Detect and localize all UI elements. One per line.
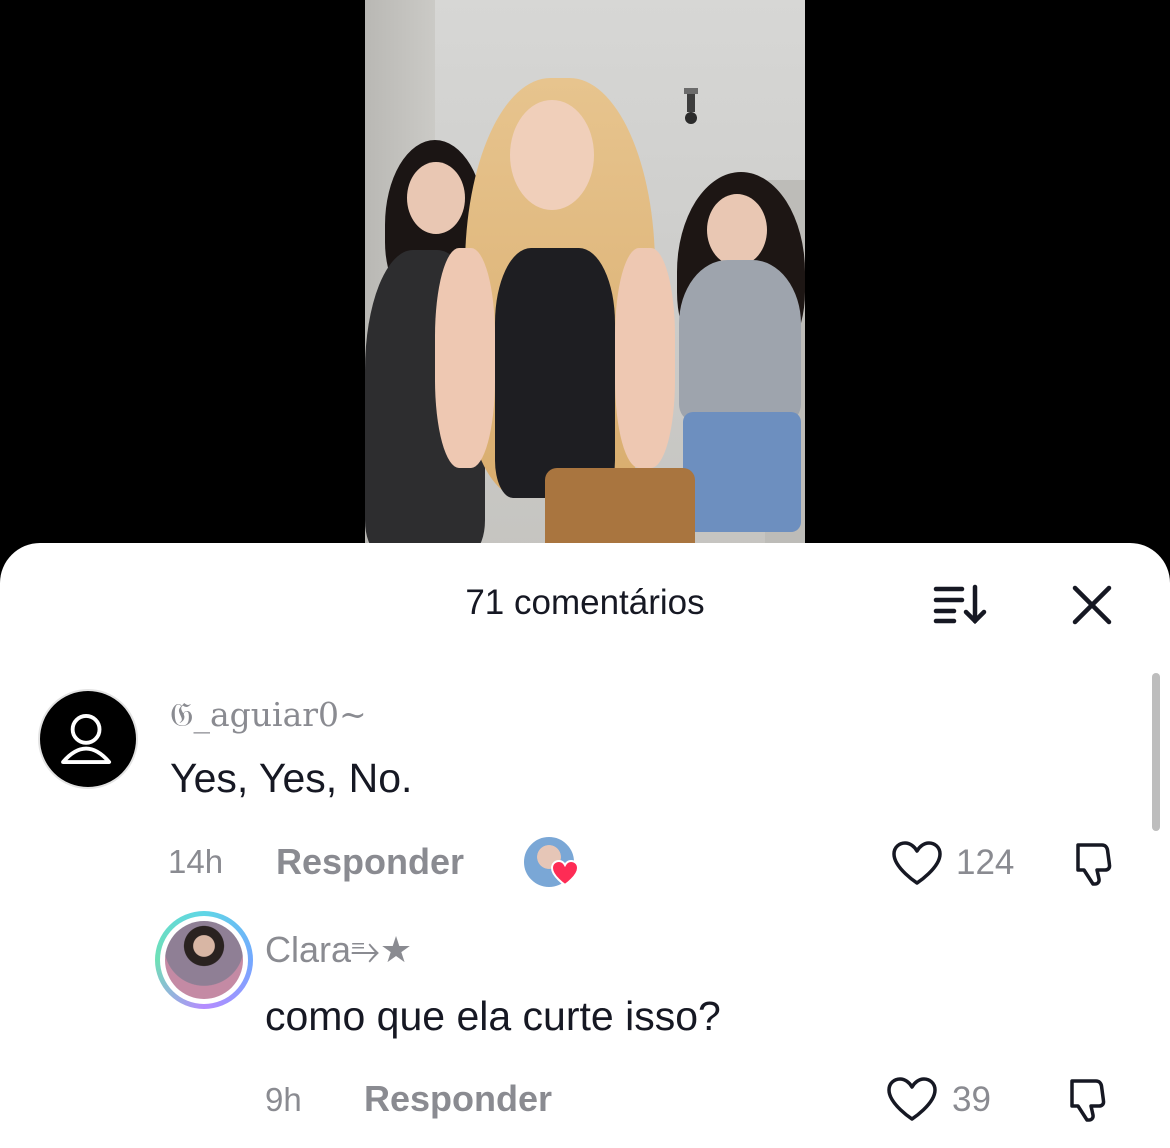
- avatar-photo: [165, 921, 243, 999]
- default-user-icon: [61, 714, 112, 764]
- heart-icon: [550, 859, 580, 887]
- like-count: 124: [956, 843, 1015, 882]
- video-person-center: [395, 78, 705, 560]
- comment-username[interactable]: Clara⥱★: [265, 929, 412, 972]
- comment-username[interactable]: 𝔊_aguiar0~: [170, 695, 367, 735]
- comments-count-title: 71 comentários: [465, 583, 705, 622]
- heart-icon[interactable]: [890, 839, 944, 887]
- like-count: 39: [952, 1080, 991, 1119]
- comments-sheet: 71 comentários 𝔊_aguiar0~ Yes, Yes, No. …: [0, 543, 1170, 1148]
- comment-time: 14h: [168, 843, 224, 880]
- avatar[interactable]: [155, 911, 253, 1009]
- comment-text: Yes, Yes, No.: [170, 755, 413, 801]
- sort-icon[interactable]: [930, 583, 988, 625]
- dislike-icon[interactable]: [1066, 1075, 1116, 1125]
- avatar[interactable]: [38, 689, 138, 789]
- dislike-icon[interactable]: [1072, 839, 1122, 889]
- close-icon[interactable]: [1068, 581, 1116, 629]
- reply-button[interactable]: Responder: [276, 841, 464, 883]
- comment-text: como que ela curte isso?: [265, 993, 721, 1039]
- scrollbar[interactable]: [1152, 673, 1160, 831]
- heart-icon[interactable]: [885, 1075, 939, 1123]
- video-frame: [365, 0, 805, 560]
- creator-liked-badge: [522, 835, 580, 889]
- comment-time: 9h: [265, 1081, 302, 1118]
- video-player[interactable]: [0, 0, 1170, 560]
- avatar-inner: [160, 916, 248, 1004]
- reply-button[interactable]: Responder: [364, 1078, 552, 1120]
